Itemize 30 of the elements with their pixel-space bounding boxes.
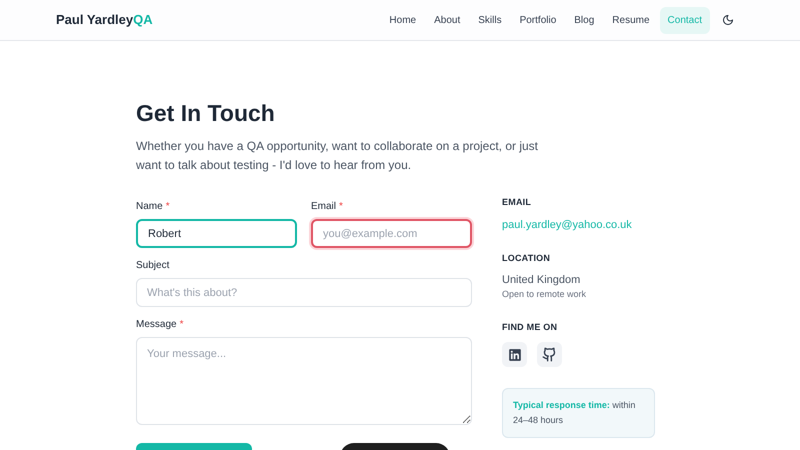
github-icon xyxy=(542,347,557,362)
social-link[interactable] xyxy=(537,342,562,367)
response-text: Typical response time: within 24–48 hours xyxy=(513,400,636,425)
intro-text: Whether you have a QA opportunity, want to collaborate on a project, or just want to talk about testing - I'd love to hear from you. xyxy=(136,138,540,174)
social-link[interactable] xyxy=(502,342,527,367)
nav-link[interactable]: Resume xyxy=(604,6,658,34)
logo[interactable]: Paul YardleyQA xyxy=(56,10,153,30)
linkedin-icon xyxy=(508,348,522,362)
location-text: United Kingdom xyxy=(502,272,582,288)
field-label: Message xyxy=(136,318,177,332)
nav-link[interactable]: Portfolio xyxy=(512,6,564,34)
field-label: Name xyxy=(136,200,163,214)
page-title: Get In Touch xyxy=(136,99,276,127)
nav-link[interactable]: About xyxy=(426,6,468,34)
location-note: Open to remote work xyxy=(502,288,588,301)
field-label: Email xyxy=(311,200,336,214)
nav-link[interactable]: Skills xyxy=(470,6,510,34)
input-field[interactable]: you@example.com xyxy=(311,219,472,248)
required-mark: * xyxy=(166,200,170,214)
moon-icon[interactable] xyxy=(722,14,734,26)
message-field[interactable]: Your message... xyxy=(136,337,472,425)
section-heading: EMAIL xyxy=(502,196,532,209)
nav-link[interactable]: Blog xyxy=(566,6,602,34)
nav-link[interactable]: Home xyxy=(381,6,424,34)
required-mark: * xyxy=(180,318,184,332)
section-heading: LOCATION xyxy=(502,252,552,265)
input-field[interactable]: Robert xyxy=(136,219,297,248)
required-mark: * xyxy=(339,200,343,214)
section-heading: FIND ME ON xyxy=(502,320,558,334)
field-label: Subject xyxy=(136,259,170,273)
